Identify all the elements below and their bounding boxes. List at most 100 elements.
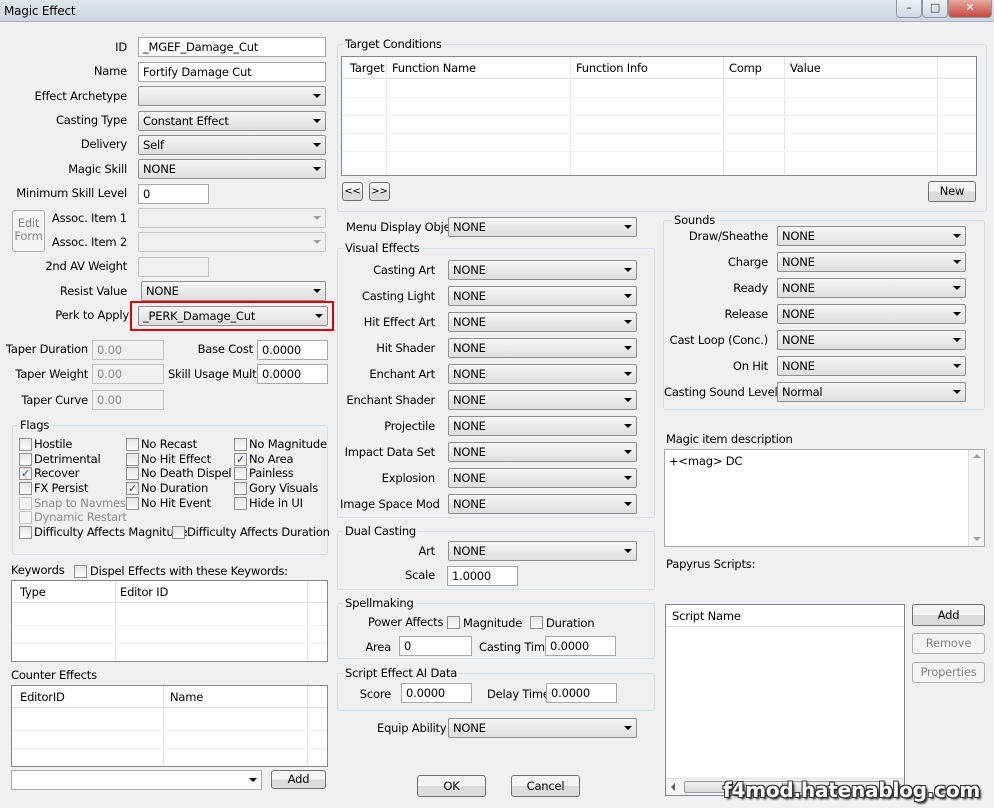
ve-enchant-shader-dropdown[interactable]: NONE [448,390,637,410]
edit-form-button[interactable]: Edit Form [12,210,45,252]
taper-curve-field[interactable]: 0.00 [92,390,164,410]
ve-projectile-dropdown[interactable]: NONE [448,416,637,436]
casting-time-field[interactable]: 0.0000 [545,636,616,656]
scripts-list[interactable]: Script Name ||| [665,604,905,796]
col-editor-id[interactable]: Editor ID [120,585,168,599]
ve-hit-effect-art-dropdown[interactable]: NONE [448,312,637,332]
sound-draw-sheathe-dropdown[interactable]: NONE [777,226,966,246]
col-script-name[interactable]: Script Name [672,609,741,623]
minimize-icon[interactable]: – [896,0,922,18]
delay-time-field[interactable]: 0.0000 [546,683,617,703]
dual-art-dropdown[interactable]: NONE [448,541,637,561]
duration-checkbox[interactable] [530,616,543,629]
script-add-button[interactable]: Add [912,604,985,626]
scroll-up-icon[interactable] [973,454,981,458]
flag-fx-persist-checkbox[interactable] [19,482,32,495]
sound-on-hit-dropdown[interactable]: NONE [777,356,966,376]
col-editorid[interactable]: EditorID [20,690,65,704]
av-weight-label: 2nd AV Weight [45,259,127,273]
col-type[interactable]: Type [20,585,46,599]
flag-dynamic-restart-checkbox[interactable] [19,511,32,524]
ve-explosion-dropdown[interactable]: NONE [448,468,637,488]
scroll-left-icon[interactable] [671,783,675,791]
av-weight-field[interactable] [138,257,209,277]
col-function-name[interactable]: Function Name [392,61,476,75]
cancel-button[interactable]: Cancel [511,775,580,797]
archetype-dropdown[interactable] [138,86,326,106]
ve-casting-light-dropdown[interactable]: NONE [448,286,637,306]
sound-ready-dropdown[interactable]: NONE [777,278,966,298]
magic-skill-dropdown[interactable]: NONE [138,159,326,179]
ok-button[interactable]: OK [417,775,486,797]
delivery-dropdown[interactable]: Self [138,135,326,155]
magnitude-label: Magnitude [463,616,523,630]
flag-no-area-checkbox[interactable]: ✓ [234,453,247,466]
dispel-checkbox[interactable] [74,565,87,578]
col-name[interactable]: Name [170,690,203,704]
counter-effects-list[interactable]: EditorID Name [11,685,328,767]
ve-hit-shader-dropdown[interactable]: NONE [448,338,637,358]
area-field[interactable]: 0 [399,636,472,656]
sound-release-dropdown[interactable]: NONE [777,304,966,324]
title-bar[interactable]: Magic Effect – □ ✕ [0,0,994,22]
name-field[interactable]: Fortify Damage Cut [138,62,326,82]
min-skill-field[interactable]: 0 [138,184,209,204]
flag-painless-checkbox[interactable] [234,467,247,480]
id-field[interactable]: _MGEF_Damage_Cut [138,37,326,57]
sound-cast-loop-conc--dropdown[interactable]: NONE [777,330,966,350]
keywords-list[interactable]: Type Editor ID [11,580,328,662]
script-remove-button[interactable]: Remove [912,633,985,654]
new-condition-button[interactable]: New [928,181,976,202]
flag-detrimental-checkbox[interactable] [19,453,32,466]
equip-ability-dropdown[interactable]: NONE [448,718,637,738]
flag-hide-in-ui-checkbox[interactable] [234,497,247,510]
flag-no-death-dispel-checkbox[interactable] [126,467,139,480]
ve-image-space-mod-dropdown[interactable]: NONE [448,494,637,514]
menu-display-dropdown[interactable]: NONE [448,217,637,237]
flag-no-magnitude-checkbox[interactable] [234,438,247,451]
col-comp[interactable]: Comp [729,61,762,75]
flag-difficulty-affects-duration-checkbox[interactable] [172,526,185,539]
description-textarea[interactable]: +<mag> DC [664,449,985,547]
taper-duration-field[interactable]: 0.00 [92,340,164,360]
counter-add-button[interactable]: Add [271,770,326,789]
ve-impact-data-set-dropdown[interactable]: NONE [448,442,637,462]
prev-condition-button[interactable]: << [342,182,363,201]
ve-casting-art-dropdown[interactable]: NONE [448,260,637,280]
chevron-down-icon [953,286,961,290]
flag-hostile-checkbox[interactable] [19,438,32,451]
base-cost-field[interactable]: 0.0000 [257,340,328,360]
resist-dropdown[interactable]: NONE [141,281,326,301]
col-target[interactable]: Target [350,61,385,75]
flag-recover-checkbox[interactable]: ✓ [19,467,32,480]
close-icon[interactable]: ✕ [948,0,992,18]
script-properties-button[interactable]: Properties [912,662,985,683]
perk-dropdown[interactable]: _PERK_Damage_Cut [138,306,328,326]
dual-scale-field[interactable]: 1.0000 [447,566,518,586]
col-value[interactable]: Value [790,61,821,75]
maximize-icon[interactable]: □ [922,0,948,18]
flag-no-hit-effect-checkbox[interactable] [126,453,139,466]
sound-charge-dropdown[interactable]: NONE [777,252,966,272]
magnitude-checkbox[interactable] [447,616,460,629]
casting-type-dropdown[interactable]: Constant Effect [138,111,326,131]
flag-snap-to-navmesh-checkbox[interactable] [19,497,32,510]
next-condition-button[interactable]: >> [369,182,390,201]
flag-gory-visuals-checkbox[interactable] [234,482,247,495]
assoc2-dropdown[interactable] [138,232,326,252]
score-field[interactable]: 0.0000 [401,683,472,703]
description-scrollbar[interactable] [968,450,984,546]
skill-usage-field[interactable]: 0.0000 [257,364,328,384]
flag-difficulty-affects-magnitude-checkbox[interactable] [19,526,32,539]
conditions-list[interactable]: Target Function Name Function Info Comp … [341,56,977,176]
assoc1-dropdown[interactable] [138,208,326,228]
flag-no-hit-event-checkbox[interactable] [126,497,139,510]
sound-casting-sound-level-dropdown[interactable]: Normal [777,382,966,402]
flag-no-recast-checkbox[interactable] [126,438,139,451]
counter-effect-combo[interactable] [11,770,262,790]
col-function-info[interactable]: Function Info [576,61,648,75]
scroll-down-icon[interactable] [973,537,981,541]
ve-enchant-art-dropdown[interactable]: NONE [448,364,637,384]
flag-no-duration-checkbox[interactable]: ✓ [126,482,139,495]
taper-weight-field[interactable]: 0.00 [92,364,164,384]
